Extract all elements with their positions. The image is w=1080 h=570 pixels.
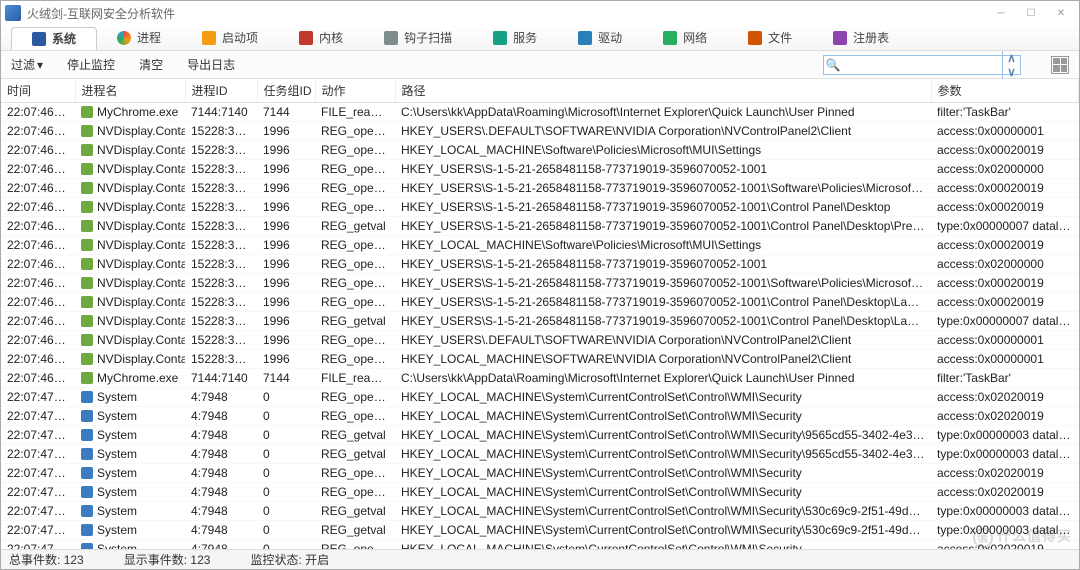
stop-monitor-button[interactable]: 停止监控 xyxy=(67,56,115,73)
titlebar: 火绒剑-互联网安全分析软件 ─ ☐ ✕ xyxy=(1,1,1079,25)
ico-drv-icon xyxy=(578,31,592,45)
toolbar: 过滤 ▾ 停止监控 清空 导出日志 🔍 ∧ ∨ xyxy=(1,51,1079,79)
table-row[interactable]: 22:07:46:416NVDisplay.Container....15228… xyxy=(1,350,1079,369)
status-monitor: 监控状态: 开启 xyxy=(250,551,329,568)
table-row[interactable]: 22:07:46:415NVDisplay.Container....15228… xyxy=(1,122,1079,141)
ico-reg-icon xyxy=(833,31,847,45)
table-row[interactable]: 22:07:47:083System4:79480REG_openkeyHKEY… xyxy=(1,464,1079,483)
ico-hook-icon xyxy=(384,31,398,45)
process-icon xyxy=(81,372,93,384)
col-pid[interactable]: 进程ID xyxy=(185,79,257,103)
ico-sys-icon xyxy=(32,32,46,46)
ico-file-icon xyxy=(748,31,762,45)
event-table-wrap[interactable]: 时间 进程名 进程ID 任务组ID 动作 路径 参数 22:07:46:223M… xyxy=(1,79,1079,549)
ico-proc-icon xyxy=(117,31,131,45)
table-row[interactable]: 22:07:46:416NVDisplay.Container....15228… xyxy=(1,255,1079,274)
table-row[interactable]: 22:07:46:726MyChrome.exe7144:71407144FIL… xyxy=(1,369,1079,388)
status-shown: 显示事件数: 123 xyxy=(124,551,211,568)
process-icon xyxy=(81,277,93,289)
process-icon xyxy=(81,524,93,536)
event-table: 时间 进程名 进程ID 任务组ID 动作 路径 参数 22:07:46:223M… xyxy=(1,79,1079,549)
col-process[interactable]: 进程名 xyxy=(75,79,185,103)
main-tabs: 系统进程启动项内核钩子扫描服务驱动网络文件注册表 xyxy=(1,25,1079,51)
col-action[interactable]: 动作 xyxy=(315,79,395,103)
app-icon xyxy=(5,5,21,21)
process-icon xyxy=(81,391,93,403)
table-row[interactable]: 22:07:47:083System4:79480REG_getvalHKEY_… xyxy=(1,502,1079,521)
col-param[interactable]: 参数 xyxy=(931,79,1079,103)
process-icon xyxy=(81,505,93,517)
clear-button[interactable]: 清空 xyxy=(139,56,163,73)
table-row[interactable]: 22:07:47:083System4:79480REG_openkeyHKEY… xyxy=(1,407,1079,426)
table-row[interactable]: 22:07:46:416NVDisplay.Container....15228… xyxy=(1,141,1079,160)
ico-kern-icon xyxy=(299,31,313,45)
tab-8[interactable]: 文件 xyxy=(728,25,813,50)
process-icon xyxy=(81,182,93,194)
tab-0[interactable]: 系统 xyxy=(11,27,97,50)
process-icon xyxy=(81,125,93,137)
search-icon: 🔍 xyxy=(824,58,842,72)
export-log-button[interactable]: 导出日志 xyxy=(187,56,235,73)
status-total: 总事件数: 123 xyxy=(9,551,84,568)
search-box[interactable]: 🔍 ∧ ∨ xyxy=(823,55,1021,75)
table-row[interactable]: 22:07:46:223MyChrome.exe7144:71407144FIL… xyxy=(1,103,1079,122)
close-button[interactable]: ✕ xyxy=(1047,3,1075,23)
process-icon xyxy=(81,296,93,308)
maximize-button[interactable]: ☐ xyxy=(1017,3,1045,23)
table-row[interactable]: 22:07:46:416NVDisplay.Container....15228… xyxy=(1,160,1079,179)
search-input[interactable] xyxy=(842,58,1002,72)
search-options-button[interactable]: ∧ ∨ xyxy=(1002,51,1020,79)
table-row[interactable]: 22:07:46:416NVDisplay.Container....15228… xyxy=(1,293,1079,312)
table-row[interactable]: 22:07:46:416NVDisplay.Container....15228… xyxy=(1,236,1079,255)
col-time[interactable]: 时间 xyxy=(1,79,75,103)
process-icon xyxy=(81,163,93,175)
filter-button[interactable]: 过滤 ▾ xyxy=(11,56,43,73)
view-grid-button[interactable] xyxy=(1051,56,1069,74)
process-icon xyxy=(81,144,93,156)
process-icon xyxy=(81,448,93,460)
process-icon xyxy=(81,106,93,118)
table-row[interactable]: 22:07:46:416NVDisplay.Container....15228… xyxy=(1,312,1079,331)
process-icon xyxy=(81,429,93,441)
table-row[interactable]: 22:07:47:083System4:79480REG_getvalHKEY_… xyxy=(1,426,1079,445)
process-icon xyxy=(81,220,93,232)
tab-9[interactable]: 注册表 xyxy=(813,25,910,50)
process-icon xyxy=(81,239,93,251)
tab-7[interactable]: 网络 xyxy=(643,25,728,50)
table-row[interactable]: 22:07:46:416NVDisplay.Container....15228… xyxy=(1,331,1079,350)
table-row[interactable]: 22:07:47:084System4:79480REG_openkeyHKEY… xyxy=(1,540,1079,550)
ico-svc-icon xyxy=(493,31,507,45)
statusbar: 总事件数: 123 显示事件数: 123 监控状态: 开启 xyxy=(1,549,1079,569)
table-row[interactable]: 22:07:47:083System4:79480REG_getvalHKEY_… xyxy=(1,445,1079,464)
process-icon xyxy=(81,201,93,213)
process-icon xyxy=(81,334,93,346)
tab-5[interactable]: 服务 xyxy=(473,25,558,50)
window-title: 火绒剑-互联网安全分析软件 xyxy=(27,5,987,22)
col-group[interactable]: 任务组ID xyxy=(257,79,315,103)
tab-6[interactable]: 驱动 xyxy=(558,25,643,50)
process-icon xyxy=(81,467,93,479)
ico-net-icon xyxy=(663,31,677,45)
col-path[interactable]: 路径 xyxy=(395,79,931,103)
process-icon xyxy=(81,315,93,327)
table-row[interactable]: 22:07:47:083System4:79480REG_openkeyHKEY… xyxy=(1,388,1079,407)
ico-start-icon xyxy=(202,31,216,45)
table-row[interactable]: 22:07:46:416NVDisplay.Container....15228… xyxy=(1,217,1079,236)
tab-2[interactable]: 启动项 xyxy=(182,25,279,50)
minimize-button[interactable]: ─ xyxy=(987,3,1015,23)
table-row[interactable]: 22:07:46:416NVDisplay.Container....15228… xyxy=(1,274,1079,293)
process-icon xyxy=(81,258,93,270)
table-row[interactable]: 22:07:46:416NVDisplay.Container....15228… xyxy=(1,198,1079,217)
table-row[interactable]: 22:07:47:084System4:79480REG_getvalHKEY_… xyxy=(1,521,1079,540)
process-icon xyxy=(81,543,93,549)
table-row[interactable]: 22:07:47:083System4:79480REG_openkeyHKEY… xyxy=(1,483,1079,502)
process-icon xyxy=(81,486,93,498)
process-icon xyxy=(81,353,93,365)
tab-3[interactable]: 内核 xyxy=(279,25,364,50)
table-row[interactable]: 22:07:46:416NVDisplay.Container....15228… xyxy=(1,179,1079,198)
tab-1[interactable]: 进程 xyxy=(97,25,182,50)
tab-4[interactable]: 钩子扫描 xyxy=(364,25,473,50)
process-icon xyxy=(81,410,93,422)
